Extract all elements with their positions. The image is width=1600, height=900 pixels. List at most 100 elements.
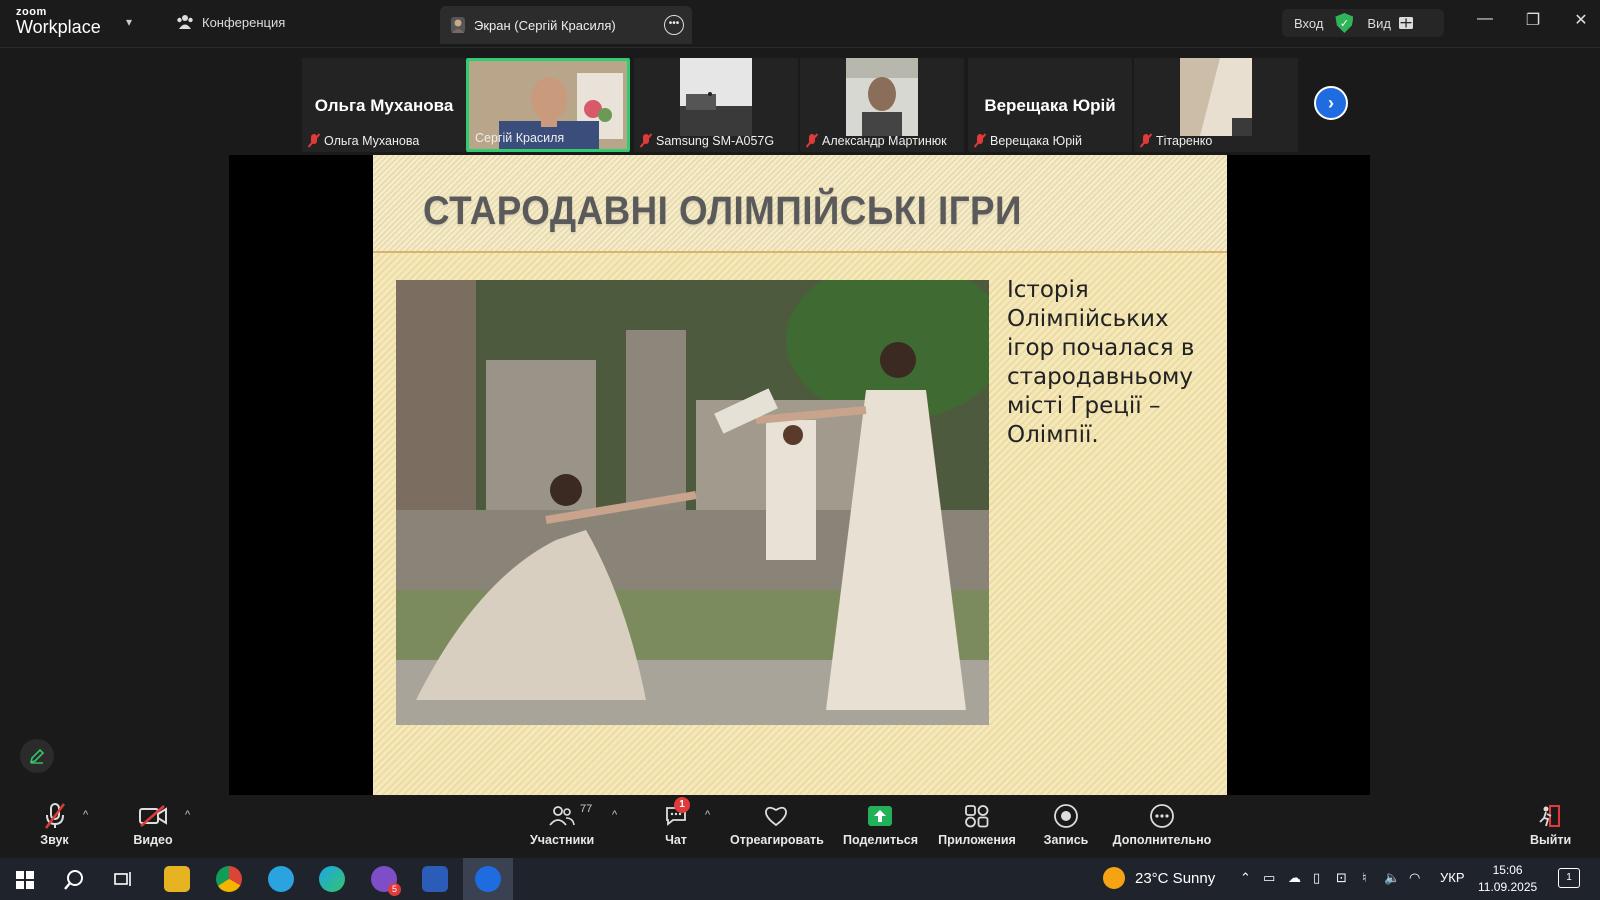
zoom-window: zoom Workplace ▾ Конференция Экран (Серг… xyxy=(0,0,1600,900)
clock-date: 11.09.2025 xyxy=(1478,880,1538,894)
windows-taskbar: 5 23°C Sunny ⌃ ▭ ☁ ▯ ⊡ ♮ 🔈 ◠ УКР 15:06 1… xyxy=(0,858,1600,900)
microphone-icon[interactable]: ♮ xyxy=(1362,870,1367,886)
user-avatar-icon xyxy=(451,17,465,33)
tab-conference[interactable]: Конференция xyxy=(176,14,285,30)
participants-options-caret-icon[interactable]: ^ xyxy=(612,809,617,821)
word-icon[interactable] xyxy=(422,866,448,892)
more-options-icon[interactable]: ••• xyxy=(664,15,684,35)
participant-tile[interactable]: Samsung SM-A057G xyxy=(634,58,798,152)
slide-title: СТАРОДАВНІ ОЛІМПІЙСЬКІ ІГРИ xyxy=(423,189,1022,233)
heart-icon xyxy=(765,806,787,827)
chrome-icon[interactable] xyxy=(216,866,242,892)
people-icon xyxy=(177,15,193,29)
apps-button[interactable]: Приложения xyxy=(937,801,1017,847)
wifi-icon[interactable]: ◠ xyxy=(1409,870,1420,886)
participant-tile[interactable]: Тітаренко xyxy=(1134,58,1298,152)
participant-big-name: Верещака Юрій xyxy=(984,96,1116,115)
window-controls: — ❐ ✕ xyxy=(1476,10,1590,30)
share-label: Поделиться xyxy=(843,833,919,847)
record-icon xyxy=(1054,804,1078,828)
shield-check-icon[interactable]: ✓ xyxy=(1335,13,1354,33)
record-button[interactable]: Запись xyxy=(1043,801,1089,847)
meet-now-icon[interactable]: ⊡ xyxy=(1336,870,1347,886)
leave-label: Выйти xyxy=(1530,833,1572,847)
leave-door-icon xyxy=(1539,805,1560,827)
chat-options-caret-icon[interactable]: ^ xyxy=(705,809,710,821)
clock-time: 15:06 xyxy=(1492,863,1523,877)
participant-tile[interactable]: Ольга Муханова Ольга Муханова xyxy=(302,58,466,152)
mic-muted-icon xyxy=(1140,134,1152,148)
participant-tile-active-speaker[interactable]: Сергій Красиля xyxy=(466,58,630,152)
chevron-down-icon[interactable]: ▾ xyxy=(126,15,132,29)
participants-icon xyxy=(549,806,575,826)
close-icon[interactable]: ✕ xyxy=(1572,10,1590,30)
participant-video xyxy=(1180,58,1252,136)
participant-tile[interactable]: Александр Мартинюк xyxy=(800,58,964,152)
weather-sun-icon[interactable] xyxy=(1103,867,1125,889)
login-button[interactable]: Вход xyxy=(1282,16,1335,31)
notifications-count: 1 xyxy=(1566,872,1572,883)
video-options-caret-icon[interactable]: ^ xyxy=(185,809,190,821)
participant-caption: Тітаренко xyxy=(1156,134,1213,148)
usb-icon[interactable]: ▯ xyxy=(1313,870,1320,886)
view-button[interactable]: Вид xyxy=(1367,16,1391,31)
video-off-icon xyxy=(139,805,167,827)
audio-options-caret-icon[interactable]: ^ xyxy=(83,809,88,821)
pencil-icon xyxy=(29,748,45,764)
tab-screen-share[interactable]: Экран (Сергій Красиля) ••• xyxy=(440,6,692,44)
participant-video xyxy=(846,58,918,136)
task-view-icon[interactable] xyxy=(114,870,134,888)
video-button[interactable]: Видео xyxy=(128,801,178,847)
volume-icon[interactable]: 🔈 xyxy=(1384,870,1400,886)
tray-chevron-up-icon[interactable]: ⌃ xyxy=(1240,870,1251,886)
mic-muted-icon xyxy=(640,134,652,148)
participant-big-name: Ольга Муханова xyxy=(314,96,454,115)
chat-button[interactable]: 1 Чат xyxy=(660,797,692,847)
grid-view-icon[interactable] xyxy=(1398,17,1413,29)
share-button[interactable]: Поделиться xyxy=(843,801,919,847)
slide-body-text: Історія Олімпійських ігор почалася в ста… xyxy=(1007,277,1195,448)
mic-muted-icon xyxy=(44,803,65,829)
leave-button[interactable]: Выйти xyxy=(1530,801,1572,847)
weather-text[interactable]: 23°C Sunny xyxy=(1135,870,1215,887)
viber-icon[interactable]: 5 xyxy=(371,866,401,896)
windows-start-icon[interactable] xyxy=(16,871,34,889)
minimize-icon[interactable]: — xyxy=(1476,10,1494,30)
mic-muted-icon xyxy=(308,134,320,148)
participant-caption: Верещака Юрій xyxy=(990,134,1082,148)
audio-button[interactable]: Звук xyxy=(32,801,77,847)
participant-caption: Сергій Красиля xyxy=(475,131,565,145)
slide-photo xyxy=(396,280,989,725)
mic-muted-icon xyxy=(806,134,818,148)
react-label: Отреагировать xyxy=(730,833,824,847)
participant-strip: Ольга Муханова Ольга Муханова Сергій Кра… xyxy=(0,48,1600,155)
clock[interactable]: 15:06 11.09.2025 xyxy=(1478,862,1537,896)
viber-badge: 5 xyxy=(388,883,401,896)
share-screen-icon xyxy=(868,806,892,826)
login-view-group: Вход ✓ Вид xyxy=(1282,9,1444,37)
logo-big-text: Workplace xyxy=(16,17,101,37)
mic-muted-icon xyxy=(974,134,986,148)
more-button[interactable]: Дополнительно xyxy=(1112,801,1212,847)
shared-slide: СТАРОДАВНІ ОЛІМПІЙСЬКІ ІГРИ Історія Олім… xyxy=(373,155,1227,795)
participants-label: Участники xyxy=(530,833,595,847)
restore-icon[interactable]: ❐ xyxy=(1524,10,1542,30)
edge-icon[interactable] xyxy=(319,866,345,892)
annotate-button[interactable] xyxy=(20,739,54,773)
zoom-taskbar-icon[interactable] xyxy=(475,866,501,892)
participants-button[interactable]: 77 Участники xyxy=(530,801,594,847)
next-participants-button[interactable]: › xyxy=(1314,86,1348,120)
react-button[interactable]: Отреагировать xyxy=(730,801,824,847)
record-label: Запись xyxy=(1043,833,1089,847)
video-label: Видео xyxy=(133,833,173,847)
search-icon[interactable] xyxy=(63,869,85,891)
notifications-icon[interactable]: 1 xyxy=(1558,868,1580,888)
participant-tile[interactable]: Верещака Юрій Верещака Юрій xyxy=(968,58,1132,152)
zoom-workplace-logo[interactable]: zoom Workplace xyxy=(16,7,101,37)
file-explorer-icon[interactable] xyxy=(164,866,190,892)
participant-caption-wrap: Сергій Красиля xyxy=(475,131,564,145)
battery-icon[interactable]: ▭ xyxy=(1263,870,1275,886)
language-indicator[interactable]: УКР xyxy=(1440,870,1465,885)
onedrive-icon[interactable]: ☁ xyxy=(1288,870,1301,886)
telegram-icon[interactable] xyxy=(268,866,294,892)
